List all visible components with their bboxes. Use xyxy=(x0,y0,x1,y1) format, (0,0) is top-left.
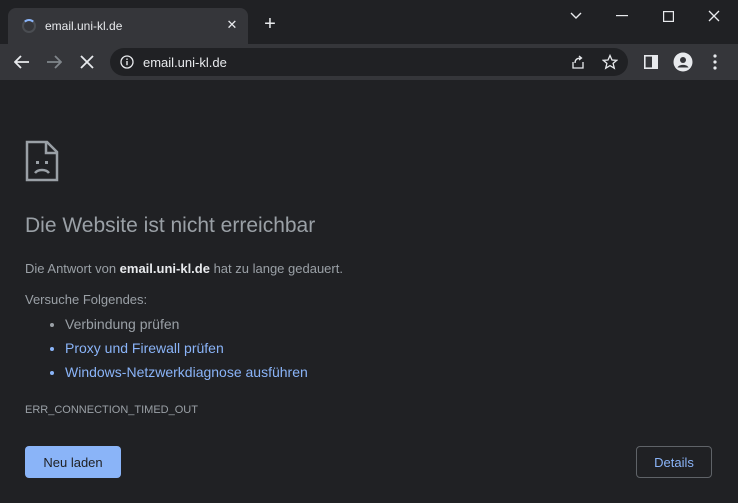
url-text: email.uni-kl.de xyxy=(143,55,227,70)
title-bar: email.uni-kl.de ✕ + xyxy=(0,0,738,44)
stop-loading-icon[interactable] xyxy=(75,50,99,74)
error-code: ERR_CONNECTION_TIMED_OUT xyxy=(25,404,198,416)
suggestion-proxy-firewall-link[interactable]: Proxy und Firewall prüfen xyxy=(65,336,308,360)
menu-dots-icon[interactable] xyxy=(703,50,727,74)
suggestion-check-connection: Verbindung prüfen xyxy=(65,312,308,336)
maximize-icon[interactable] xyxy=(645,4,691,28)
error-page: Die Website ist nicht erreichbar Die Ant… xyxy=(0,80,738,503)
desc-suffix: hat zu lange gedauert. xyxy=(209,261,343,276)
loading-spinner-icon xyxy=(22,19,36,33)
new-tab-button[interactable]: + xyxy=(260,14,280,34)
tab-search-icon[interactable] xyxy=(553,4,599,28)
profile-avatar-icon[interactable] xyxy=(671,50,695,74)
share-icon[interactable] xyxy=(570,54,586,70)
tab-title: email.uni-kl.de xyxy=(45,19,123,33)
error-description: Die Antwort von email.uni-kl.de hat zu l… xyxy=(25,261,343,276)
tab-active[interactable]: email.uni-kl.de ✕ xyxy=(8,8,248,44)
suggestions-list: Verbindung prüfen Proxy und Firewall prü… xyxy=(25,312,308,384)
reload-button[interactable]: Neu laden xyxy=(25,446,121,478)
minimize-icon[interactable] xyxy=(599,4,645,28)
suggestion-network-diagnostics-link[interactable]: Windows-Netzwerkdiagnose ausführen xyxy=(65,360,308,384)
side-panel-icon[interactable] xyxy=(639,50,663,74)
info-icon[interactable] xyxy=(120,55,134,69)
toolbar: email.uni-kl.de xyxy=(0,44,738,80)
desc-prefix: Die Antwort von xyxy=(25,261,120,276)
forward-arrow-icon[interactable] xyxy=(42,50,66,74)
sad-page-icon xyxy=(25,140,59,182)
address-bar[interactable]: email.uni-kl.de xyxy=(110,48,628,76)
suggestions-label: Versuche Folgendes: xyxy=(25,292,148,307)
bookmark-star-icon[interactable] xyxy=(602,54,618,70)
tab-close-icon[interactable]: ✕ xyxy=(224,17,240,33)
error-heading: Die Website ist nicht erreichbar xyxy=(25,214,316,237)
close-window-icon[interactable] xyxy=(691,4,737,28)
desc-host: email.uni-kl.de xyxy=(119,261,210,276)
back-arrow-icon[interactable] xyxy=(10,50,34,74)
details-button[interactable]: Details xyxy=(636,446,712,478)
